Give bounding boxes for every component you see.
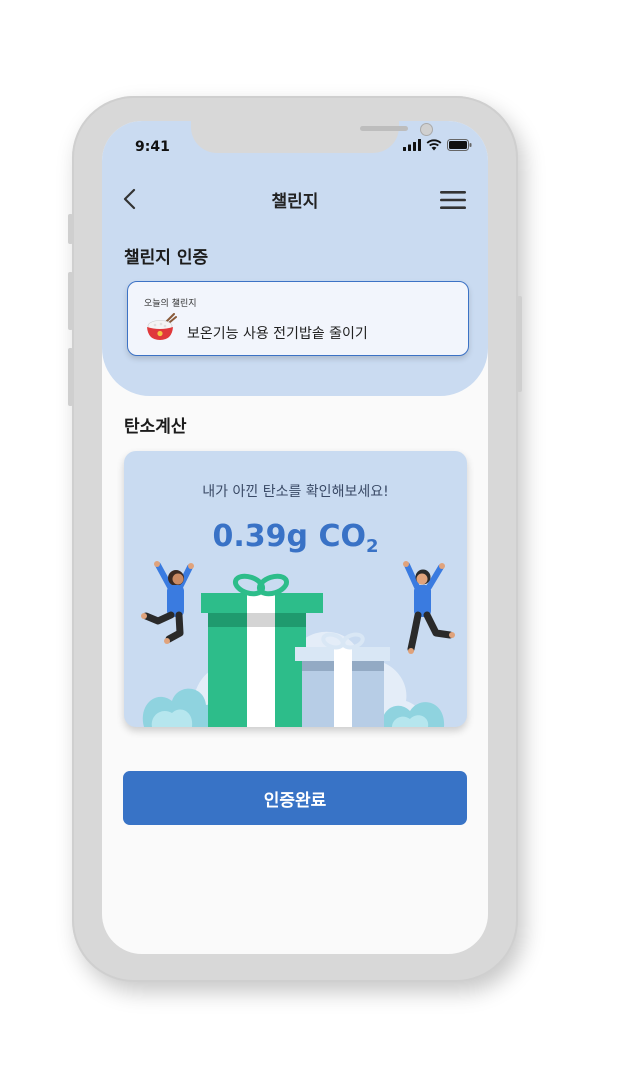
jumping-person-right: [403, 561, 455, 654]
phone-volume-down: [68, 348, 73, 406]
certification-section-title: 챌린지 인증: [124, 248, 209, 268]
app-screen: 9:41 챌린지 챌린지 인증 오늘의 챌린지 보온기능 사용 전기밥솥 줄이기…: [102, 121, 488, 954]
page-title: 챌린지: [271, 192, 319, 212]
speaker: [360, 126, 408, 131]
cellular-signal-icon: [403, 139, 421, 151]
front-camera: [420, 123, 433, 136]
today-challenge-label: 오늘의 챌린지: [144, 299, 197, 309]
rice-bowl-icon: [147, 313, 177, 340]
carbon-value-subscript: 2: [365, 536, 379, 557]
jumping-person-left: [141, 561, 194, 644]
battery-icon: [447, 139, 472, 151]
carbon-message: 내가 아낀 탄소를 확인해보세요!: [202, 484, 389, 500]
hamburger-menu-icon[interactable]: [440, 191, 466, 209]
phone-volume-up: [68, 272, 73, 330]
phone-power-button: [517, 296, 522, 392]
confirm-certification-button[interactable]: 인증완료: [123, 771, 467, 825]
gift-celebration-illustration: [141, 561, 455, 727]
today-challenge-card[interactable]: 오늘의 챌린지 보온기능 사용 전기밥솥 줄이기: [127, 281, 469, 356]
status-time: 9:41: [135, 139, 170, 155]
phone-silent-switch: [68, 214, 73, 244]
carbon-section-title: 탄소계산: [124, 417, 187, 437]
carbon-value-text: 0.39g CO: [212, 519, 366, 554]
challenge-text: 보온기능 사용 전기밥솥 줄이기: [187, 326, 368, 342]
status-icons: [403, 139, 472, 151]
carbon-saved-value: 0.39g CO2: [124, 519, 467, 557]
carbon-result-card: 내가 아낀 탄소를 확인해보세요! 0.39g CO2: [124, 451, 467, 727]
wifi-icon: [426, 139, 442, 151]
phone-notch: [191, 121, 433, 153]
